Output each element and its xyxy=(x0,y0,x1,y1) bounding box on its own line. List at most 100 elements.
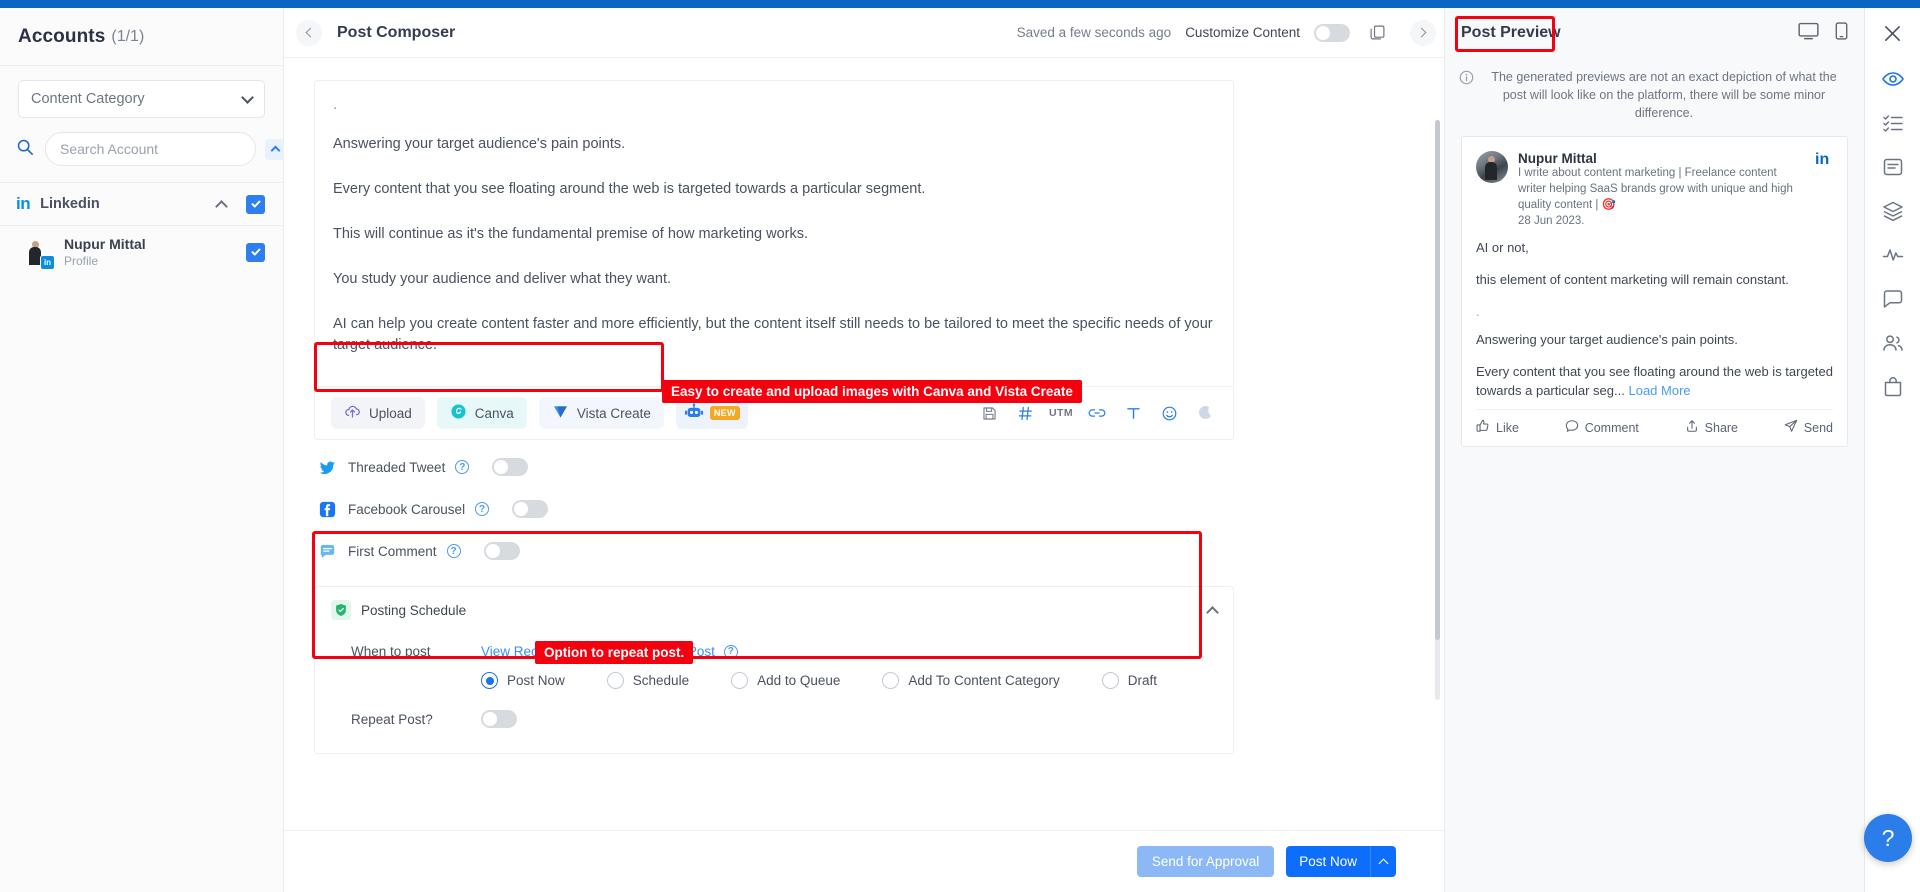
radio-draft[interactable]: Draft xyxy=(1101,672,1157,690)
checklist-icon[interactable] xyxy=(1873,102,1913,144)
desktop-icon[interactable] xyxy=(1798,22,1819,45)
app-root: Accounts (1/1) Content Category in Linke… xyxy=(0,0,1920,892)
search-row xyxy=(0,126,314,182)
preview-header: Post Preview xyxy=(1445,8,1864,58)
editor-body[interactable]: . Answering your target audience's pain … xyxy=(315,81,1233,386)
like-button[interactable]: Like xyxy=(1476,419,1519,436)
preview-paragraph: this element of content marketing will r… xyxy=(1476,271,1789,287)
linkedin-badge-icon: in xyxy=(40,255,55,271)
mobile-icon[interactable] xyxy=(1835,21,1848,45)
editor-paragraph: Answering your target audience's pain po… xyxy=(333,136,626,153)
load-more-link[interactable]: Load More xyxy=(1628,383,1690,398)
post-preview-panel: Post Preview The generated previews are … xyxy=(1444,0,1864,892)
upload-label: Upload xyxy=(369,405,412,421)
account-name: Nupur Mittal xyxy=(64,236,146,252)
preview-paragraph: . xyxy=(1476,303,1480,319)
post-now-button[interactable]: Post Now xyxy=(1286,846,1370,877)
stack-icon[interactable] xyxy=(1873,190,1913,232)
document-icon[interactable] xyxy=(1873,146,1913,188)
bag-icon[interactable] xyxy=(1873,366,1913,408)
send-button[interactable]: Send xyxy=(1784,419,1833,436)
account-text: Nupur Mittal Profile xyxy=(64,236,234,269)
expand-right-button[interactable] xyxy=(1410,19,1436,46)
repeat-post-toggle[interactable] xyxy=(481,710,517,729)
platform-checkbox[interactable] xyxy=(246,194,265,214)
composer-scrollbar[interactable] xyxy=(1435,120,1440,700)
composer-footer: Send for Approval Post Now xyxy=(284,830,1444,892)
post-now-group: Post Now xyxy=(1286,846,1396,877)
share-icon xyxy=(1685,419,1699,436)
preview-device-switch xyxy=(1798,21,1848,45)
help-icon[interactable]: ? xyxy=(723,644,738,659)
back-button[interactable] xyxy=(296,19,322,46)
text-format-icon[interactable] xyxy=(1121,401,1145,425)
editor-paragraph: You study your audience and deliver what… xyxy=(333,271,672,288)
canva-button[interactable]: Canva xyxy=(436,397,527,430)
first-comment-toggle[interactable] xyxy=(483,542,520,561)
comment-button[interactable]: Comment xyxy=(1565,419,1639,436)
editor-paragraph: . xyxy=(333,97,338,113)
radio-post-now[interactable]: Post Now xyxy=(481,672,565,690)
preview-truncated-paragraph: Every content that you see floating arou… xyxy=(1476,363,1833,401)
help-icon[interactable]: ? xyxy=(455,460,470,475)
hashtag-icon[interactable] xyxy=(1013,401,1037,425)
radio-add-to-content-category[interactable]: Add To Content Category xyxy=(882,672,1060,690)
option-facebook-carousel: Facebook Carousel ? xyxy=(314,488,1414,530)
users-icon[interactable] xyxy=(1873,322,1913,364)
account-row-nupur-mittal[interactable]: in Nupur Mittal Profile xyxy=(0,226,283,279)
feedback-icon[interactable] xyxy=(1873,278,1913,320)
sidebar-title: Accounts xyxy=(18,25,106,47)
radio-indicator xyxy=(606,672,624,690)
composer-inner: . Answering your target audience's pain … xyxy=(284,58,1444,755)
analytics-icon[interactable] xyxy=(1873,234,1913,276)
chevron-up-icon[interactable] xyxy=(1206,605,1219,619)
help-icon[interactable]: ? xyxy=(475,502,490,517)
save-icon[interactable] xyxy=(977,401,1001,425)
threaded-tweet-toggle[interactable] xyxy=(492,458,529,477)
help-button[interactable]: ? xyxy=(1864,814,1912,862)
posting-schedule-body: When to post View Recommended Best Time … xyxy=(315,633,1233,753)
close-icon[interactable] xyxy=(1865,8,1920,58)
collapse-accounts-button[interactable] xyxy=(265,138,286,160)
content-category-wrap: Content Category xyxy=(0,66,283,126)
platform-group-linkedin[interactable]: in Linkedin xyxy=(0,182,283,226)
vista-create-button[interactable]: Vista Create xyxy=(538,397,664,430)
ai-sparkle-icon[interactable] xyxy=(1193,401,1217,425)
emoji-icon[interactable] xyxy=(1157,401,1181,425)
send-paper-plane-icon xyxy=(1784,419,1798,436)
composer-header-right: Saved a few seconds ago Customize Conten… xyxy=(1017,19,1444,46)
thumbs-up-icon xyxy=(1476,419,1490,436)
preview-post-card: Nupur Mittal I write about content marke… xyxy=(1461,136,1848,448)
utm-button[interactable]: UTM xyxy=(1049,407,1073,419)
like-label: Like xyxy=(1496,420,1519,435)
editor-paragraph: AI can help you create content faster an… xyxy=(333,316,1213,354)
radio-add-to-queue[interactable]: Add to Queue xyxy=(731,672,840,690)
preview-eye-icon[interactable] xyxy=(1873,58,1913,100)
upload-button[interactable]: Upload xyxy=(331,397,425,430)
help-icon[interactable]: ? xyxy=(446,544,461,559)
when-to-post-radio-group: Post Now Schedule Add to Queue Add To Co… xyxy=(331,672,1217,690)
post-now-dropdown-button[interactable] xyxy=(1370,846,1396,877)
platform-name: Linkedin xyxy=(40,196,100,212)
share-button[interactable]: Share xyxy=(1685,419,1738,436)
search-input[interactable] xyxy=(45,132,256,166)
chevron-up-icon[interactable] xyxy=(215,199,228,213)
radio-schedule[interactable]: Schedule xyxy=(606,672,689,690)
account-checkbox[interactable] xyxy=(246,242,265,262)
link-icon[interactable] xyxy=(1085,401,1109,425)
customize-content-toggle[interactable] xyxy=(1314,23,1350,42)
posting-schedule-title: Posting Schedule xyxy=(361,602,467,618)
copy-icon[interactable] xyxy=(1364,20,1390,46)
preview-author-info: Nupur Mittal I write about content marke… xyxy=(1518,151,1805,227)
options-list: Threaded Tweet ? Facebook Carousel ? Fir… xyxy=(314,446,1414,572)
preview-paragraph: Answering your target audience's pain po… xyxy=(1476,332,1738,348)
send-for-approval-button[interactable]: Send for Approval xyxy=(1136,846,1275,877)
facebook-carousel-toggle[interactable] xyxy=(512,500,549,519)
posting-schedule-header[interactable]: Posting Schedule xyxy=(315,587,1233,633)
radio-indicator xyxy=(481,672,498,690)
preview-author-name: Nupur Mittal xyxy=(1518,151,1597,167)
composer-scroll-area: . Answering your target audience's pain … xyxy=(284,58,1444,830)
top-blue-strip xyxy=(0,0,1920,8)
content-category-select[interactable]: Content Category xyxy=(18,80,265,118)
preview-post-date: 28 Jun 2023. xyxy=(1518,214,1585,227)
